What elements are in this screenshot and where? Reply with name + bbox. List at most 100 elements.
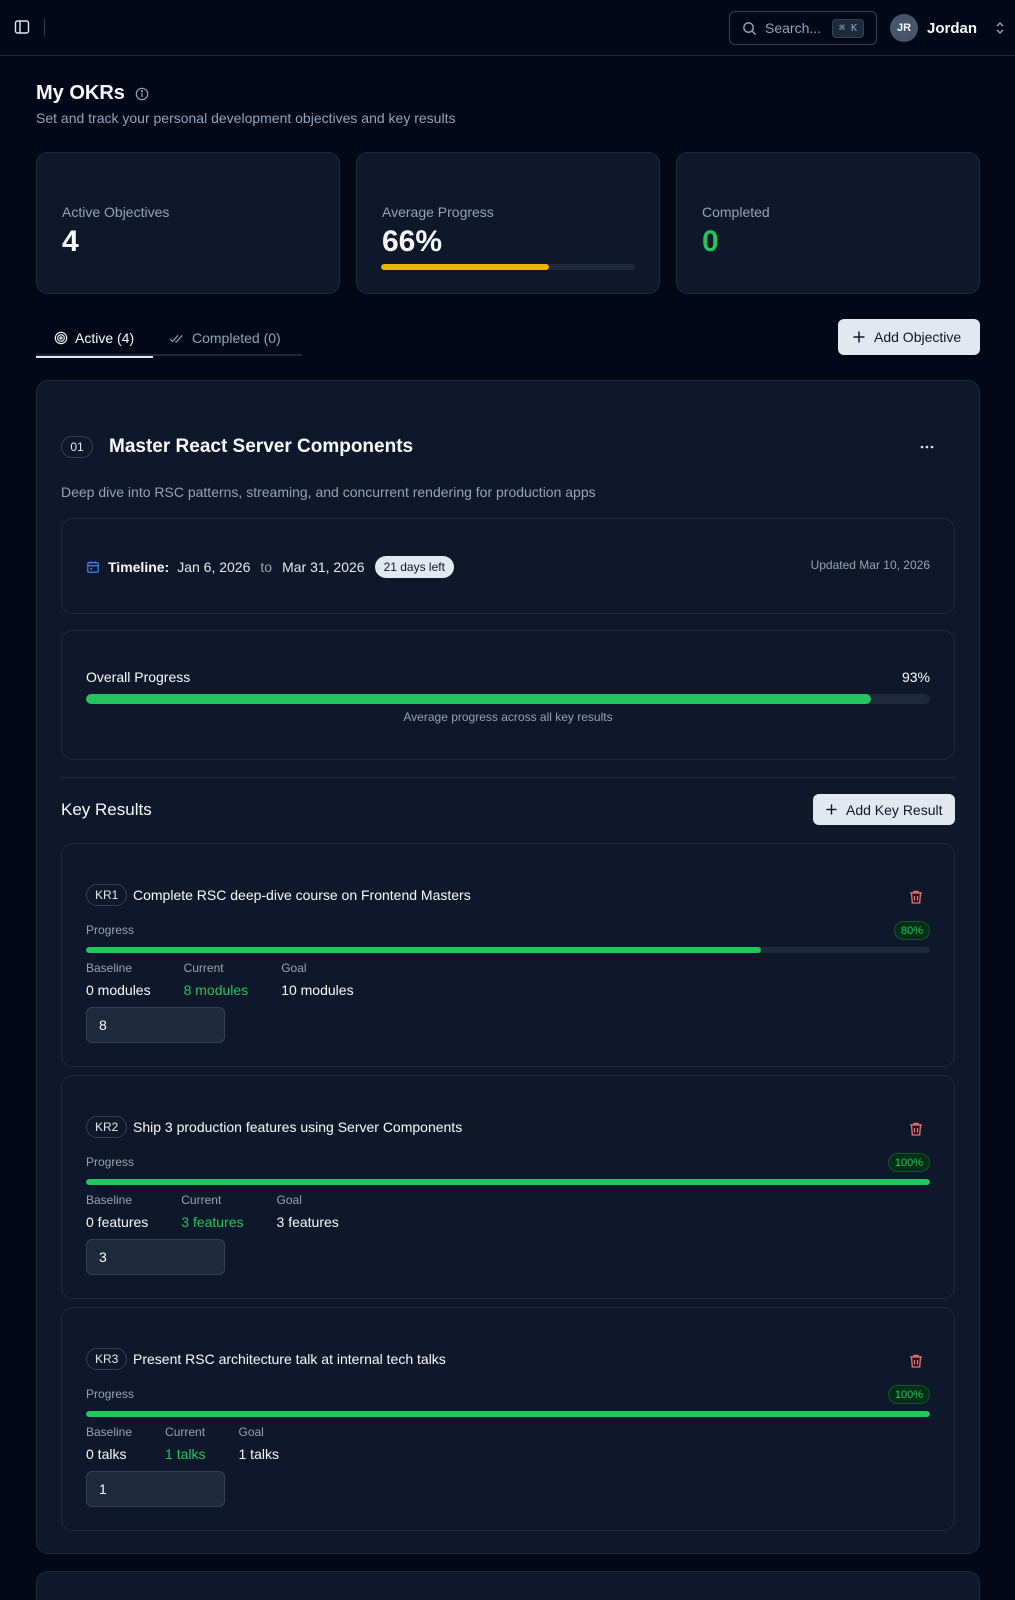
add-key-result-button[interactable]: Add Key Result bbox=[813, 794, 955, 825]
overall-progress-label: Overall Progress bbox=[86, 669, 191, 685]
panel-left-icon[interactable] bbox=[12, 17, 32, 37]
trash-icon[interactable] bbox=[908, 1121, 924, 1137]
search-shortcut: ⌘ K bbox=[831, 19, 864, 38]
metric-value: 0 talks bbox=[86, 1446, 127, 1462]
top-bar: Search... ⌘ K JR Jordan bbox=[0, 0, 1015, 56]
metric-label: Goal bbox=[238, 1425, 264, 1439]
timeline-box: Timeline: Jan 6, 2026 to Mar 31, 2026 21… bbox=[61, 518, 955, 614]
stat-card-active-objectives: Active Objectives 4 bbox=[36, 152, 340, 294]
add-objective-button[interactable]: Add Objective bbox=[838, 319, 980, 355]
plus-icon bbox=[853, 331, 865, 343]
key-result-metrics: Baseline 0 modules Current 8 modules Goa… bbox=[86, 961, 354, 998]
key-result-progress-bar bbox=[86, 1179, 930, 1185]
page-header: My OKRs bbox=[36, 82, 149, 105]
metric-goal: Goal 3 features bbox=[277, 1193, 339, 1230]
page-title: My OKRs bbox=[36, 82, 125, 104]
stat-value: 0 bbox=[702, 225, 719, 258]
key-result-progress-label: Progress bbox=[86, 1387, 135, 1401]
section-divider bbox=[61, 777, 955, 778]
stat-card-average-progress: Average Progress 66% bbox=[356, 152, 660, 294]
metric-value: 10 modules bbox=[281, 982, 354, 998]
current-value-input[interactable] bbox=[86, 1007, 225, 1043]
timeline-start-date: Jan 6, 2026 bbox=[177, 559, 251, 575]
user-name: Jordan bbox=[927, 19, 978, 37]
key-result-card: KR1 Complete RSC deep-dive course on Fro… bbox=[61, 843, 955, 1067]
key-result-percent-badge: 80% bbox=[893, 921, 930, 940]
tab-label: Active (4) bbox=[75, 330, 135, 346]
key-result-progress-fill bbox=[86, 1179, 930, 1185]
check-check-icon bbox=[169, 334, 183, 343]
objective-tabs: Active (4) Completed (0) bbox=[36, 320, 302, 358]
key-result-badge: KR1 bbox=[86, 884, 128, 906]
key-result-metrics: Baseline 0 features Current 3 features G… bbox=[86, 1193, 339, 1230]
overall-progress-fill bbox=[86, 694, 871, 704]
current-value-input[interactable] bbox=[86, 1471, 225, 1507]
metric-current: Current 1 talks bbox=[165, 1425, 205, 1462]
search-label: Search... bbox=[765, 20, 822, 36]
calendar-icon bbox=[87, 561, 99, 573]
add-key-result-label: Add Key Result bbox=[846, 801, 943, 818]
metric-value: 3 features bbox=[181, 1214, 244, 1230]
key-result-card: KR3 Present RSC architecture talk at int… bbox=[61, 1307, 955, 1531]
search-button[interactable]: Search... ⌘ K bbox=[729, 11, 877, 45]
chevrons-up-down-icon bbox=[996, 22, 1004, 34]
stat-value: 66% bbox=[382, 225, 443, 258]
metric-value: 0 features bbox=[86, 1214, 149, 1230]
average-progress-fill bbox=[381, 264, 549, 270]
updated-timestamp: Updated Mar 10, 2026 bbox=[810, 558, 930, 572]
avatar: JR bbox=[890, 14, 918, 42]
average-progress-bar bbox=[381, 264, 635, 270]
overall-progress-caption: Average progress across all key results bbox=[403, 710, 613, 724]
key-result-title: Complete RSC deep-dive course on Fronten… bbox=[133, 887, 471, 903]
target-icon bbox=[54, 331, 68, 345]
timeline-end-date: Mar 31, 2026 bbox=[282, 559, 365, 575]
key-results-heading: Key Results bbox=[61, 800, 152, 819]
key-result-title: Present RSC architecture talk at interna… bbox=[133, 1351, 446, 1367]
metric-label: Goal bbox=[281, 961, 307, 975]
key-result-percent-badge: 100% bbox=[887, 1385, 930, 1404]
timeline-label: Timeline: bbox=[108, 559, 170, 575]
tab-active[interactable]: Active (4) bbox=[36, 320, 153, 358]
stat-value: 4 bbox=[62, 225, 79, 258]
metric-baseline: Baseline 0 features bbox=[86, 1193, 148, 1230]
metric-label: Goal bbox=[276, 1193, 302, 1207]
tab-completed[interactable]: Completed (0) bbox=[153, 320, 299, 356]
metric-baseline: Baseline 0 talks bbox=[86, 1425, 132, 1462]
topbar-divider bbox=[44, 19, 45, 36]
metric-goal: Goal 10 modules bbox=[281, 961, 353, 998]
key-result-percent-badge: 100% bbox=[887, 1153, 930, 1172]
metric-current: Current 8 modules bbox=[184, 961, 249, 998]
info-icon[interactable] bbox=[135, 87, 149, 101]
current-value-input[interactable] bbox=[86, 1239, 225, 1275]
metric-value: 1 talks bbox=[165, 1446, 206, 1462]
objective-number: 01 bbox=[61, 436, 93, 458]
metric-label: Baseline bbox=[86, 1425, 133, 1439]
key-result-progress-bar bbox=[86, 1411, 930, 1417]
user-menu[interactable]: JR Jordan bbox=[890, 12, 1006, 44]
stat-card-completed: Completed 0 bbox=[676, 152, 980, 294]
metric-label: Current bbox=[183, 961, 224, 975]
timeline-to: to bbox=[260, 559, 273, 575]
timeline-row: Timeline: Jan 6, 2026 to Mar 31, 2026 21… bbox=[86, 556, 454, 578]
objective-description: Deep dive into RSC patterns, streaming, … bbox=[61, 484, 596, 500]
more-horizontal-icon[interactable] bbox=[917, 437, 937, 457]
metric-value: 8 modules bbox=[183, 982, 249, 998]
key-result-progress-bar bbox=[86, 947, 930, 953]
metric-current: Current 3 features bbox=[181, 1193, 243, 1230]
add-objective-label: Add Objective bbox=[874, 329, 962, 345]
trash-icon[interactable] bbox=[908, 1353, 924, 1369]
stat-label: Average Progress bbox=[382, 204, 494, 220]
stat-label: Completed bbox=[702, 204, 770, 220]
key-result-badge: KR3 bbox=[86, 1348, 128, 1370]
key-result-progress-fill bbox=[86, 1411, 930, 1417]
plus-icon bbox=[826, 804, 837, 815]
metric-label: Baseline bbox=[86, 961, 133, 975]
metric-label: Baseline bbox=[86, 1193, 133, 1207]
days-left-badge: 21 days left bbox=[374, 556, 454, 578]
metric-value: 0 modules bbox=[86, 982, 151, 998]
metric-value: 1 talks bbox=[238, 1446, 279, 1462]
trash-icon[interactable] bbox=[908, 889, 924, 905]
overall-progress-value: 93% bbox=[901, 669, 930, 685]
objective-card bbox=[36, 1571, 980, 1600]
metric-baseline: Baseline 0 modules bbox=[86, 961, 151, 998]
